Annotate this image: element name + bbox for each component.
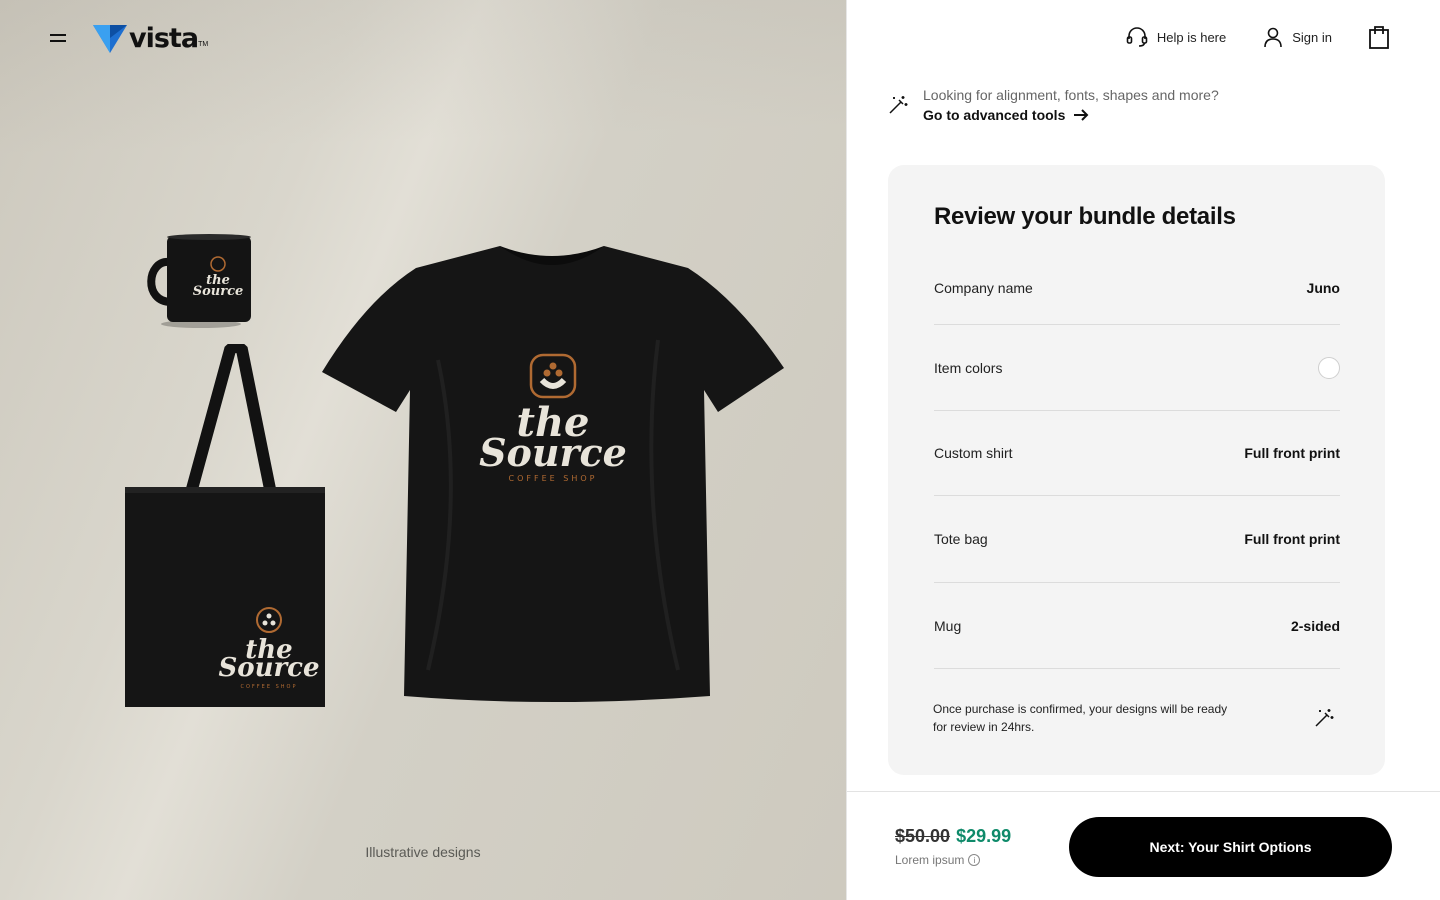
color-swatch-white[interactable] <box>1318 356 1340 379</box>
sublabel-text: Lorem ipsum <box>895 853 965 867</box>
new-price: $29.99 <box>956 826 1012 846</box>
row-custom-shirt[interactable]: Custom shirt Full front print <box>934 411 1340 496</box>
tshirt-image: the Source COFFEE SHOP <box>322 246 784 702</box>
row-value: Juno <box>1306 279 1340 296</box>
row-label: Tote bag <box>934 531 988 547</box>
trademark: TM <box>198 41 209 48</box>
mug-image: the Source <box>147 234 251 328</box>
row-value: Full front print <box>1244 445 1340 461</box>
row-company-name[interactable]: Company name Juno <box>934 251 1340 325</box>
tote-bag-image: the Source COFFEE SHOP <box>125 344 325 707</box>
old-price: $50.00 <box>895 826 951 846</box>
review-note: Once purchase is confirmed, your designs… <box>933 702 1228 734</box>
row-label: Custom shirt <box>934 445 1013 461</box>
row-item-colors[interactable]: Item colors <box>934 325 1340 411</box>
menu-icon[interactable] <box>48 30 70 46</box>
cart-button[interactable] <box>1368 24 1390 50</box>
tote-print-source: Source <box>218 653 319 683</box>
row-value: 2-sided <box>1290 617 1340 634</box>
top-nav: Help is here Sign in <box>1125 24 1390 50</box>
bundle-card: Review your bundle details Company name … <box>888 165 1385 775</box>
bundle-title: Review your bundle details <box>934 203 1236 230</box>
arrow-right-icon <box>1074 109 1089 121</box>
tee-print-source: Source <box>479 430 627 475</box>
price-group: $50.00 $29.99 <box>895 826 1011 847</box>
help-link[interactable]: Help is here <box>1125 25 1226 49</box>
signin-label: Sign in <box>1292 29 1332 45</box>
row-tote-bag[interactable]: Tote bag Full front print <box>934 496 1340 583</box>
headset-icon <box>1126 27 1148 47</box>
checkout-bar: $50.00 $29.99 Lorem ipsum i Next: Your S… <box>847 791 1440 900</box>
tote-print-tagline: COFFEE SHOP <box>241 684 298 690</box>
row-label: Mug <box>934 617 962 634</box>
advanced-link-label: Go to advanced tools <box>923 107 1066 123</box>
vista-logo[interactable]: vista TM <box>93 22 208 54</box>
help-label: Help is here <box>1156 29 1227 45</box>
advanced-tools-promo: Looking for alignment, fonts, shapes and… <box>887 86 1219 123</box>
magic-wand-icon <box>889 96 908 114</box>
row-label: Item colors <box>934 359 1003 376</box>
brand-name: vista <box>129 22 199 54</box>
row-value: Full front print <box>1244 531 1340 547</box>
row-label: Company name <box>934 279 1033 296</box>
product-hero: vista TM the Source the Source COFFEE SH… <box>0 0 846 900</box>
magic-wand-icon[interactable] <box>1313 707 1335 729</box>
vista-logo-icon <box>93 25 127 53</box>
bag-icon <box>1369 26 1389 49</box>
signin-link[interactable]: Sign in <box>1262 26 1332 48</box>
mug-print-source: Source <box>193 284 244 299</box>
advanced-hint: Looking for alignment, fonts, shapes and… <box>923 87 1219 103</box>
bundle-panel: Help is here Sign in Looking for alignme… <box>846 0 1440 900</box>
next-shirt-options-button[interactable]: Next: Your Shirt Options <box>1069 817 1392 877</box>
info-icon[interactable]: i <box>968 854 981 866</box>
tee-print-tagline: COFFEE SHOP <box>509 474 598 483</box>
price-sublabel: Lorem ipsum i <box>895 853 981 867</box>
row-mug[interactable]: Mug 2-sided <box>934 583 1340 669</box>
advanced-tools-link[interactable]: Go to advanced tools <box>923 107 1219 123</box>
user-icon <box>1264 27 1283 48</box>
hero-caption: Illustrative designs <box>365 844 481 860</box>
